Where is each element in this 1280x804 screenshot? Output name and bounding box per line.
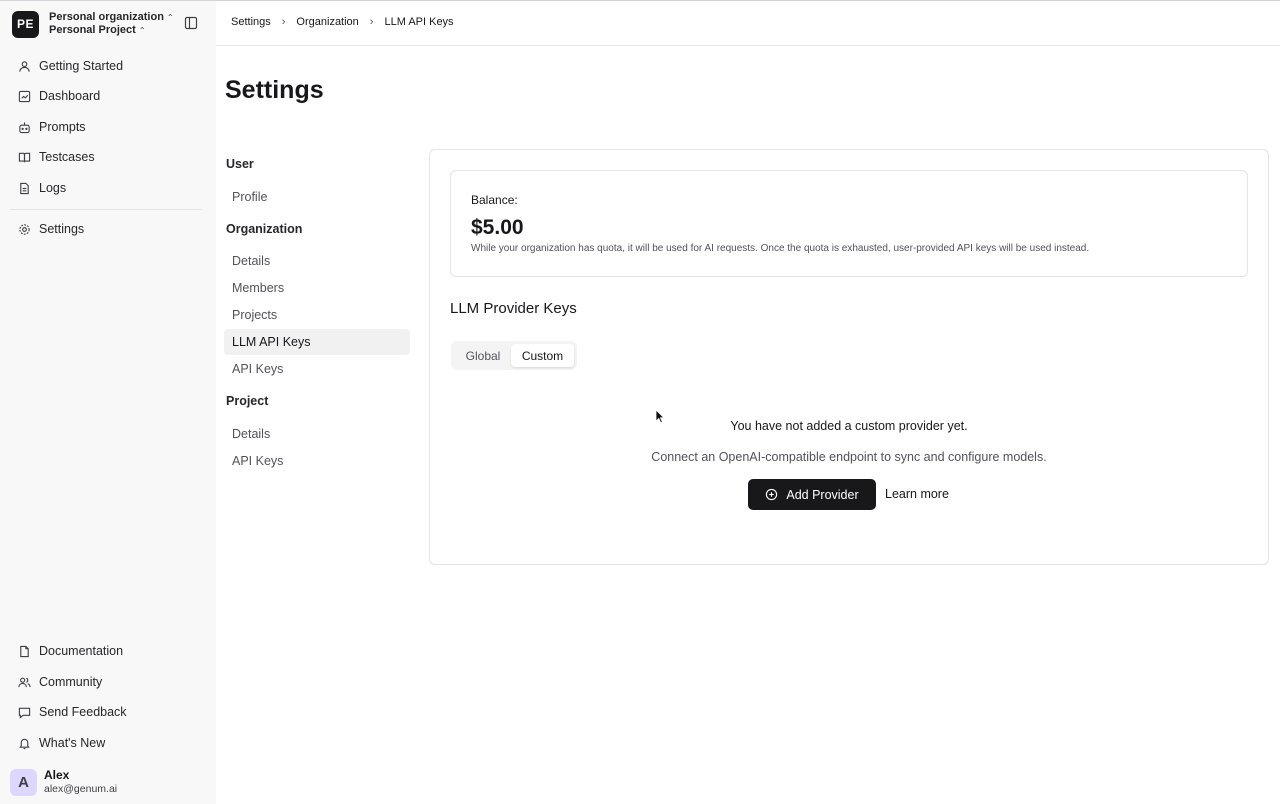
top-header: Settings › Organization › LLM API Keys <box>216 1 1280 46</box>
settings-nav-llm-api-keys[interactable]: LLM API Keys <box>224 329 410 355</box>
sidebar-item-whats-new[interactable]: What's New <box>10 729 206 757</box>
balance-amount: $5.00 <box>471 216 524 239</box>
settings-nav-projects[interactable]: Projects <box>224 302 410 328</box>
learn-more-link[interactable]: Learn more <box>885 487 949 501</box>
user-name: Alex <box>44 768 70 782</box>
settings-nav-heading-user: User <box>226 157 254 171</box>
sidebar-item-logs[interactable]: Logs <box>10 174 206 202</box>
sidebar-divider <box>10 209 202 210</box>
settings-nav-org-api-keys[interactable]: API Keys <box>224 356 410 382</box>
mouse-cursor-icon <box>655 409 665 424</box>
balance-card <box>450 170 1248 277</box>
sidebar-item-label: Dashboard <box>39 89 101 103</box>
sidebar-item-label: Documentation <box>39 644 124 658</box>
chevron-right-icon: › <box>281 16 286 28</box>
sidebar-item-community[interactable]: Community <box>10 668 206 696</box>
sidebar-item-dashboard[interactable]: Dashboard <box>10 82 206 110</box>
settings-nav-heading-project: Project <box>226 394 269 408</box>
bot-icon <box>17 120 31 134</box>
tab-global[interactable]: Global <box>455 344 511 367</box>
settings-nav-project-details[interactable]: Details <box>224 421 410 447</box>
sidebar-item-label: What's New <box>39 736 106 750</box>
plus-circle-icon <box>766 488 778 501</box>
sidebar-item-label: Getting Started <box>39 59 124 73</box>
avatar: A <box>10 768 37 796</box>
breadcrumb: Settings › Organization › LLM API Keys <box>231 16 454 28</box>
organization-name: Personal organization <box>49 11 164 23</box>
chevrons-up-down-icon: ⌃ <box>138 26 146 35</box>
chevrons-up-down-icon: ⌃ <box>166 13 174 22</box>
sidebar-item-documentation[interactable]: Documentation <box>10 637 206 665</box>
file-icon <box>17 644 31 658</box>
org-avatar: PE <box>12 10 39 38</box>
dashboard-icon <box>17 89 31 103</box>
sidebar-toggle-icon[interactable] <box>184 16 198 30</box>
project-selector[interactable]: Personal Project ⌃ <box>49 24 174 37</box>
breadcrumb-settings[interactable]: Settings <box>231 16 271 28</box>
user-menu[interactable]: A Alex alex@genum.ai <box>10 766 206 798</box>
provider-keys-title: LLM Provider Keys <box>450 300 577 317</box>
user-email: alex@genum.ai <box>44 783 118 795</box>
sidebar-item-label: Prompts <box>39 120 86 134</box>
users-icon <box>17 675 31 689</box>
message-icon <box>17 705 31 719</box>
org-switcher[interactable]: PE Personal organization ⌃ Personal Proj… <box>12 9 208 39</box>
balance-label: Balance: <box>471 193 518 207</box>
sidebar-item-label: Settings <box>39 222 85 236</box>
add-provider-label: Add Provider <box>786 487 859 502</box>
breadcrumb-llm-api-keys[interactable]: LLM API Keys <box>384 16 453 28</box>
sidebar-item-label: Send Feedback <box>39 705 127 719</box>
sidebar-item-settings[interactable]: Settings <box>10 215 206 243</box>
sidebar: PE Personal organization ⌃ Personal Proj… <box>0 1 216 804</box>
book-icon <box>17 150 31 164</box>
tab-custom[interactable]: Custom <box>511 344 574 367</box>
add-provider-button[interactable]: Add Provider <box>748 479 876 510</box>
bell-icon <box>17 736 31 750</box>
sidebar-item-label: Community <box>39 675 103 689</box>
settings-nav-project-api-keys[interactable]: API Keys <box>224 448 410 474</box>
organization-selector[interactable]: Personal organization ⌃ <box>49 11 174 24</box>
sidebar-item-getting-started[interactable]: Getting Started <box>10 52 206 80</box>
file-text-icon <box>17 181 31 195</box>
sidebar-item-prompts[interactable]: Prompts <box>10 113 206 141</box>
chevron-right-icon: › <box>369 16 374 28</box>
page-title: Settings <box>225 76 324 104</box>
sidebar-item-label: Logs <box>39 181 67 195</box>
project-name: Personal Project <box>49 24 136 36</box>
settings-nav-org-details[interactable]: Details <box>224 248 410 274</box>
gear-icon <box>17 222 31 236</box>
sidebar-item-testcases[interactable]: Testcases <box>10 143 206 171</box>
balance-note: While your organization has quota, it wi… <box>471 243 1090 254</box>
breadcrumb-organization[interactable]: Organization <box>296 16 358 28</box>
settings-nav-profile[interactable]: Profile <box>224 184 410 210</box>
sidebar-item-label: Testcases <box>39 150 95 164</box>
settings-nav-heading-organization: Organization <box>226 222 303 236</box>
sidebar-item-send-feedback[interactable]: Send Feedback <box>10 698 206 726</box>
user-icon <box>17 59 31 73</box>
empty-state-subtitle: Connect an OpenAI-compatible endpoint to… <box>651 450 1047 464</box>
provider-tabs: Global Custom <box>451 341 577 370</box>
settings-nav-members[interactable]: Members <box>224 275 410 301</box>
empty-state-title: You have not added a custom provider yet… <box>730 419 968 433</box>
